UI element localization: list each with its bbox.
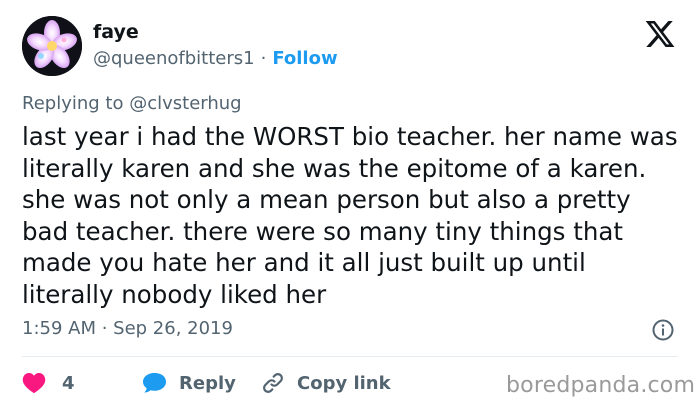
avatar[interactable]: [22, 16, 82, 76]
action-bar: 4 Reply Copy link: [22, 368, 391, 398]
author-handle-row: @queenofbitters1 · Follow: [93, 48, 338, 69]
speech-bubble-icon: [143, 373, 166, 393]
copy-link-label: Copy link: [297, 372, 391, 394]
replying-to: Replying to @clvsterhug: [22, 93, 242, 114]
author-name[interactable]: faye: [93, 21, 139, 43]
info-icon[interactable]: [651, 318, 675, 342]
reply-label: Reply: [179, 372, 236, 394]
watermark: boredpanda.com: [506, 373, 696, 398]
follow-button[interactable]: Follow: [272, 48, 337, 69]
replying-prefix: Replying to: [22, 93, 124, 114]
like-button[interactable]: 4: [22, 372, 142, 394]
tweet-timestamp[interactable]: 1:59 AM · Sep 26, 2019: [22, 318, 233, 339]
flower-icon: [22, 16, 82, 76]
like-count: 4: [62, 372, 75, 394]
copy-link-button[interactable]: Copy link: [260, 371, 391, 395]
replying-mention[interactable]: @clvsterhug: [129, 93, 241, 114]
author-handle[interactable]: @queenofbitters1: [93, 48, 255, 69]
tweet-text: last year i had the WORST bio teacher. h…: [22, 122, 678, 309]
heart-icon: [22, 373, 46, 394]
x-logo-icon[interactable]: [644, 18, 676, 50]
link-icon: [263, 373, 283, 393]
separator-dot: ·: [260, 48, 267, 69]
divider: [22, 356, 678, 357]
reply-button[interactable]: Reply: [142, 372, 260, 394]
